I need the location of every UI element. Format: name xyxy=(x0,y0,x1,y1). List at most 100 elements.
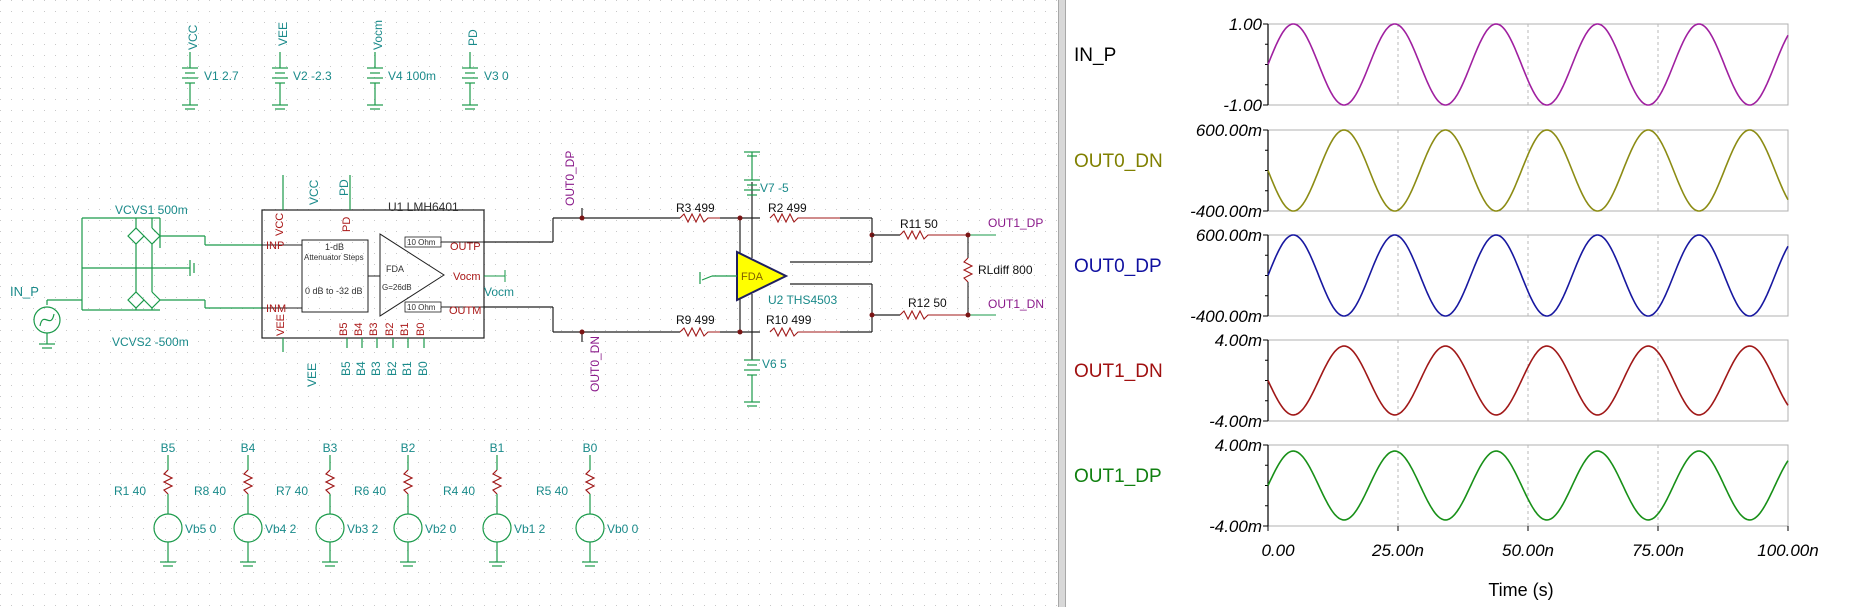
bit-source-node-0: B5 xyxy=(161,441,176,455)
v6-label: V6 5 xyxy=(762,357,787,371)
u1-pin-b0: B0 xyxy=(415,323,427,336)
u1-pin-vocm: Vocm xyxy=(453,271,481,283)
scope-ytop-3: 4.00m xyxy=(1215,331,1262,350)
scope-xtick-2: 50.00n xyxy=(1502,541,1554,560)
scope-ybot-1: -400.00m xyxy=(1190,202,1262,221)
u1-ext-bit-labels: B5 B4 B3 B2 B1 B0 xyxy=(339,361,430,376)
r2-label: R2 499 xyxy=(768,201,807,215)
scope-xlabel: Time (s) xyxy=(1488,580,1553,600)
bit-source-resistor-4: R4 40 xyxy=(443,484,475,498)
r10-label: R10 499 xyxy=(766,313,812,327)
supply-vocm-label: V4 100m xyxy=(388,69,436,83)
bit-source-node-3: B2 xyxy=(401,441,416,455)
rldiff-label: RLdiff 800 xyxy=(978,263,1033,277)
supply-vcc-label: V1 2.7 xyxy=(204,69,239,83)
u1-ext-b5: B5 xyxy=(339,361,353,376)
bit-source-value-0: Vb5 0 xyxy=(185,522,217,536)
scope-ytop-1: 600.00m xyxy=(1196,121,1262,140)
scope-xtick-3: 75.00n xyxy=(1632,541,1684,560)
u1-pin-inp: INP xyxy=(266,240,284,252)
u1-pin-vcc: VCC xyxy=(274,213,286,236)
junction xyxy=(579,215,585,221)
scope-ybot-0: -1.00 xyxy=(1223,96,1262,115)
scope-ytop-0: 1.00 xyxy=(1229,15,1263,34)
scope-trace-name-1: OUT0_DN xyxy=(1074,151,1163,172)
splitter-bar[interactable] xyxy=(1058,0,1066,607)
input-label: IN_P xyxy=(10,284,39,299)
u1-pin-b5: B5 xyxy=(338,323,350,336)
u2-body: FDA xyxy=(741,271,764,283)
u1-rout-m: 10 Ohm xyxy=(407,303,436,312)
u1-pin-b4: B4 xyxy=(353,323,365,336)
u1-pin-b2: B2 xyxy=(384,323,396,336)
schematic-canvas[interactable]: VCC V1 2.7 VEE V2 -2.3 Vocm V4 100m PD V… xyxy=(0,0,1058,607)
scope-xtick-4: 100.00n xyxy=(1757,541,1818,560)
u1-pin-inm: INM xyxy=(266,303,286,315)
u1-pin-outp: OUTP xyxy=(450,241,481,253)
junction xyxy=(737,215,743,221)
vcvs1-label: VCVS1 500m xyxy=(115,203,188,217)
bit-source-resistor-5: R5 40 xyxy=(536,484,568,498)
u1-rout-p: 10 Ohm xyxy=(407,238,436,247)
r9-label: R9 499 xyxy=(676,313,715,327)
u1-fda-line1: FDA xyxy=(386,264,404,274)
net-out1-dp: OUT1_DP xyxy=(988,216,1043,230)
u1-pin-b1: B1 xyxy=(399,323,411,336)
vocm-net-label: Vocm xyxy=(484,285,514,299)
u1-ext-vcc: VCC xyxy=(307,179,321,205)
scope-trace-name-0: IN_P xyxy=(1074,45,1116,66)
u1-ext-vee: VEE xyxy=(305,363,319,387)
net-out0-dp: OUT0_DP xyxy=(563,151,577,206)
supply-pd-node: PD xyxy=(466,29,480,46)
u1-pin-b3: B3 xyxy=(368,323,380,336)
u1-ext-pd: PD xyxy=(337,179,351,196)
bit-source-value-2: Vb3 2 xyxy=(347,522,379,536)
u1-ext-b2: B2 xyxy=(385,361,399,376)
vcvs2-label: VCVS2 -500m xyxy=(112,335,189,349)
u1-pin-outm: OUTM xyxy=(449,305,481,317)
bit-source-node-2: B3 xyxy=(323,441,338,455)
net-out1-dn: OUT1_DN xyxy=(988,297,1044,311)
u2-name: U2 THS4503 xyxy=(768,293,837,307)
supply-pd-label: V3 0 xyxy=(484,69,509,83)
u1-att-line2: Attenuator Steps xyxy=(304,253,364,262)
app-window: VCC V1 2.7 VEE V2 -2.3 Vocm V4 100m PD V… xyxy=(0,0,1849,607)
u1-ext-b4: B4 xyxy=(354,361,368,376)
junction xyxy=(965,312,971,318)
bit-source-value-1: Vb4 2 xyxy=(265,522,297,536)
scope-xtick-0: 0.00 xyxy=(1261,541,1295,560)
scope-trace-name-4: OUT1_DP xyxy=(1074,466,1162,487)
supply-vee-label: V2 -2.3 xyxy=(293,69,332,83)
scope-ytop-2: 600.00m xyxy=(1196,226,1262,245)
scope-trace-name-2: OUT0_DP xyxy=(1074,256,1162,277)
u1-pin-pd: PD xyxy=(341,217,353,232)
u1-name: U1 LMH6401 xyxy=(388,200,459,214)
u1-ext-b1: B1 xyxy=(400,361,414,376)
bit-source-node-1: B4 xyxy=(241,441,256,455)
bit-source-node-5: B0 xyxy=(583,441,598,455)
bit-source-value-3: Vb2 0 xyxy=(425,522,457,536)
scope-plot[interactable]: 1.00 -1.00 IN_P 600.00m -400.00m OUT0_DN 600.0… xyxy=(1066,0,1849,607)
scope-ytop-4: 4.00m xyxy=(1215,436,1262,455)
u1-att-line3: 0 dB to -32 dB xyxy=(305,286,363,296)
v7-label: V7 -5 xyxy=(760,181,789,195)
u1-ext-b0: B0 xyxy=(416,361,430,376)
u1-ext-b3: B3 xyxy=(369,361,383,376)
supply-vcc-node: VCC xyxy=(186,24,200,50)
bit-source-resistor-2: R7 40 xyxy=(276,484,308,498)
scope-ybot-2: -400.00m xyxy=(1190,307,1262,326)
net-out0-dn: OUT0_DN xyxy=(588,336,602,392)
bit-source-resistor-0: R1 40 xyxy=(114,484,146,498)
bit-source-node-4: B1 xyxy=(490,441,505,455)
supply-vee-node: VEE xyxy=(276,22,290,46)
scope-xtick-1: 25.00n xyxy=(1371,541,1424,560)
junction xyxy=(869,312,875,318)
bit-source-value-5: Vb0 0 xyxy=(607,522,639,536)
r11-label: R11 50 xyxy=(900,217,938,231)
r12-label: R12 50 xyxy=(908,296,947,310)
scope-ybot-3: -4.00m xyxy=(1209,412,1262,431)
junction xyxy=(737,329,743,335)
junction xyxy=(965,232,971,238)
r3-label: R3 499 xyxy=(676,201,715,215)
u1-pin-vee: VEE xyxy=(275,314,287,336)
